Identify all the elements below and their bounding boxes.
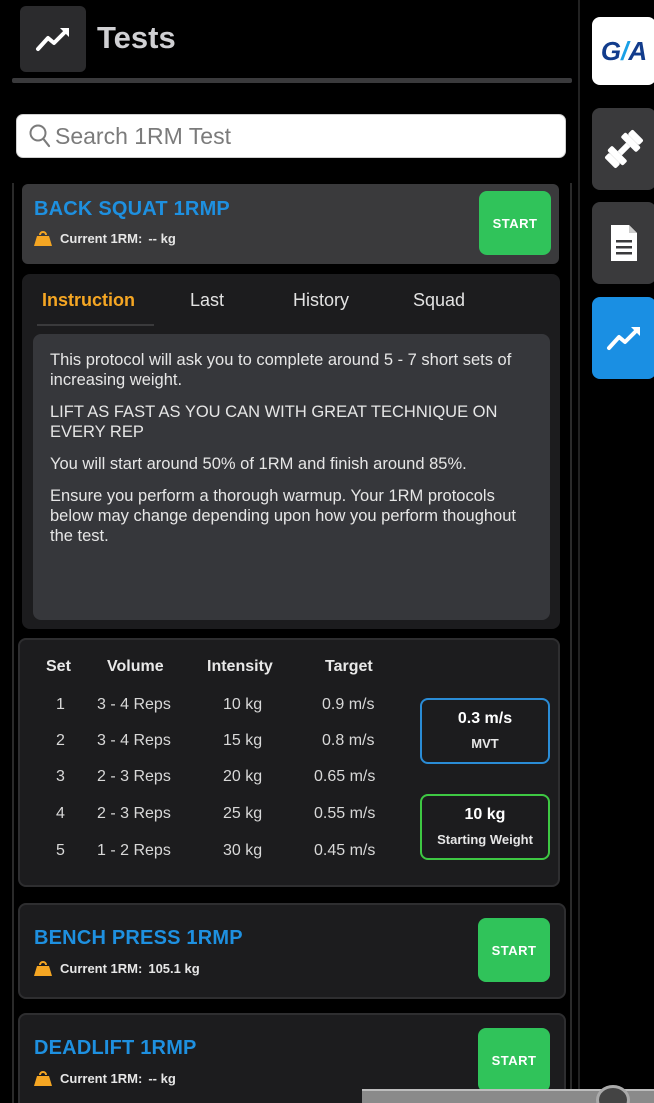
instruction-paragraph: LIFT AS FAST AS YOU CAN WITH GREAT TECHN… [50,403,498,441]
mvt-caption: MVT [471,736,499,751]
dumbbell-icon [605,130,643,168]
column-header-volume: Volume [107,658,164,675]
cell-target: 0.65 m/s [314,768,376,785]
tab-last[interactable]: Last [190,290,224,311]
test-card-bench-press[interactable]: BENCH PRESS 1RMP Current 1RM: 105.1 kg S… [18,903,566,999]
instruction-paragraph: You will start around 50% of 1RM and fin… [50,455,467,473]
mvt-badge: 0.3 m/s MVT [420,698,550,764]
current-1rm: Current 1RM: -- kg [34,1070,176,1086]
cell-volume: 3 - 4 Reps [97,696,171,713]
start-button[interactable]: START [478,1028,550,1092]
cell-intensity: 30 kg [223,842,263,859]
active-tab-indicator [37,324,154,326]
tab-history[interactable]: History [293,290,349,311]
current-1rm-value: -- kg [148,230,176,246]
test-detail-panel: Instruction Last History Squad This prot… [22,274,560,629]
starting-weight-caption: Starting Weight [437,832,533,847]
document-icon [611,225,637,261]
side-nav: G / A [578,0,654,1103]
test-title: BENCH PRESS 1RMP [34,927,243,949]
cell-set: 1 [56,696,65,713]
column-header-target: Target [325,658,373,675]
weight-icon [34,231,52,246]
cell-set: 4 [56,805,65,822]
cell-set: 5 [56,842,65,859]
test-card-back-squat[interactable]: BACK SQUAT 1RMP Current 1RM: -- kg START [22,184,559,264]
page-title: Tests [97,20,176,55]
starting-weight-badge: 10 kg Starting Weight [420,794,550,860]
cell-volume: 2 - 3 Reps [97,768,171,785]
cell-target: 0.8 m/s [322,732,375,749]
test-title: BACK SQUAT 1RMP [34,198,230,220]
cell-target: 0.55 m/s [314,805,376,822]
nav-tests[interactable] [592,297,654,379]
cell-intensity: 25 kg [223,805,263,822]
cell-intensity: 15 kg [223,732,263,749]
weight-icon [34,1071,52,1086]
start-button[interactable]: START [478,918,550,982]
current-1rm-value: -- kg [148,1070,176,1086]
current-1rm: Current 1RM: 105.1 kg [34,960,200,976]
cell-target: 0.9 m/s [322,696,375,713]
column-header-set: Set [46,658,71,675]
cell-volume: 1 - 2 Reps [97,842,171,859]
header-divider [12,78,572,83]
protocol-table: Set Volume Intensity Target 1 3 - 4 Reps… [18,638,560,887]
instruction-paragraph: Ensure you perform a thorough warmup. Yo… [50,487,516,545]
cell-intensity: 10 kg [223,696,263,713]
instruction-paragraph: This protocol will ask you to complete a… [50,351,512,389]
logo-letter: G [600,35,622,66]
nav-exercise[interactable] [592,108,654,190]
current-1rm-label: Current 1RM: [60,230,143,246]
instruction-text: This protocol will ask you to complete a… [33,334,550,620]
cell-set: 3 [56,768,65,785]
start-button[interactable]: START [479,191,551,255]
app-logo[interactable]: G / A [592,17,654,85]
current-1rm: Current 1RM: -- kg [34,230,176,246]
cell-target: 0.45 m/s [314,842,376,859]
column-header-intensity: Intensity [207,658,273,675]
search-icon [29,124,51,148]
cell-volume: 3 - 4 Reps [97,732,171,749]
tab-squad[interactable]: Squad [413,290,465,311]
starting-weight-value: 10 kg [464,806,506,823]
logo-letter: A [628,35,648,66]
test-title: DEADLIFT 1RMP [34,1037,197,1059]
trend-chart-icon [607,327,640,350]
header-chart-button[interactable] [20,6,86,72]
mvt-value: 0.3 m/s [457,710,513,727]
current-1rm-value: 105.1 kg [148,960,200,976]
tab-instruction[interactable]: Instruction [42,290,135,311]
current-1rm-label: Current 1RM: [60,960,143,976]
nav-reports[interactable] [592,202,654,284]
cell-volume: 2 - 3 Reps [97,805,171,822]
cell-intensity: 20 kg [223,768,263,785]
page-header: Tests [0,0,578,90]
trend-chart-icon [36,28,69,51]
current-1rm-label: Current 1RM: [60,1070,143,1086]
search-bar[interactable] [16,114,566,158]
weight-icon [34,961,52,976]
search-input[interactable] [55,122,545,150]
cell-set: 2 [56,732,65,749]
